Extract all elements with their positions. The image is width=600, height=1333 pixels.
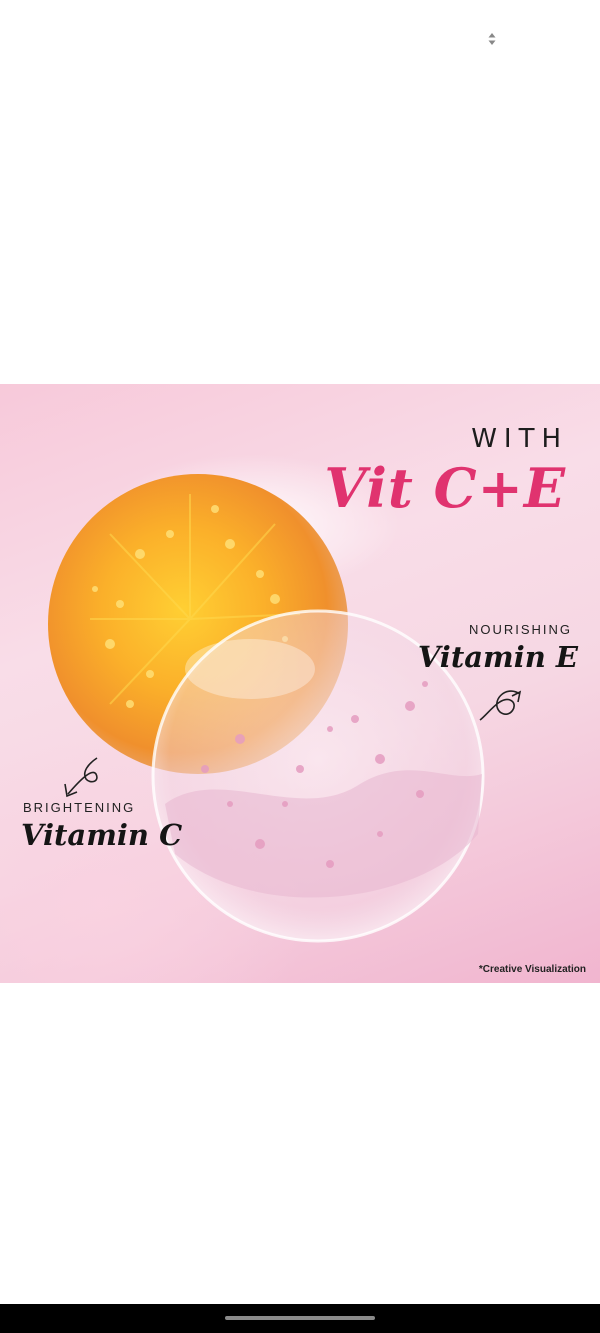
disclaimer-text: *Creative Visualization [478,964,586,975]
home-indicator[interactable] [225,1316,375,1320]
with-heading: WITH [471,424,568,454]
system-nav-bar [0,1304,600,1333]
brightening-label: BRIGHTENING [23,800,136,815]
vit-ce-title: Vit C+E [324,456,566,520]
sort-up-down-icon[interactable] [486,31,498,47]
nourishing-label: NOURISHING [468,622,572,637]
curly-arrow-c-icon [67,757,98,795]
vitamin-e-label: Vitamin E [417,640,578,674]
vitamin-c-label: Vitamin C [21,818,183,852]
promo-banner: WITH Vit C+E NOURISHING Vitamin E BRIGHT… [0,384,600,983]
